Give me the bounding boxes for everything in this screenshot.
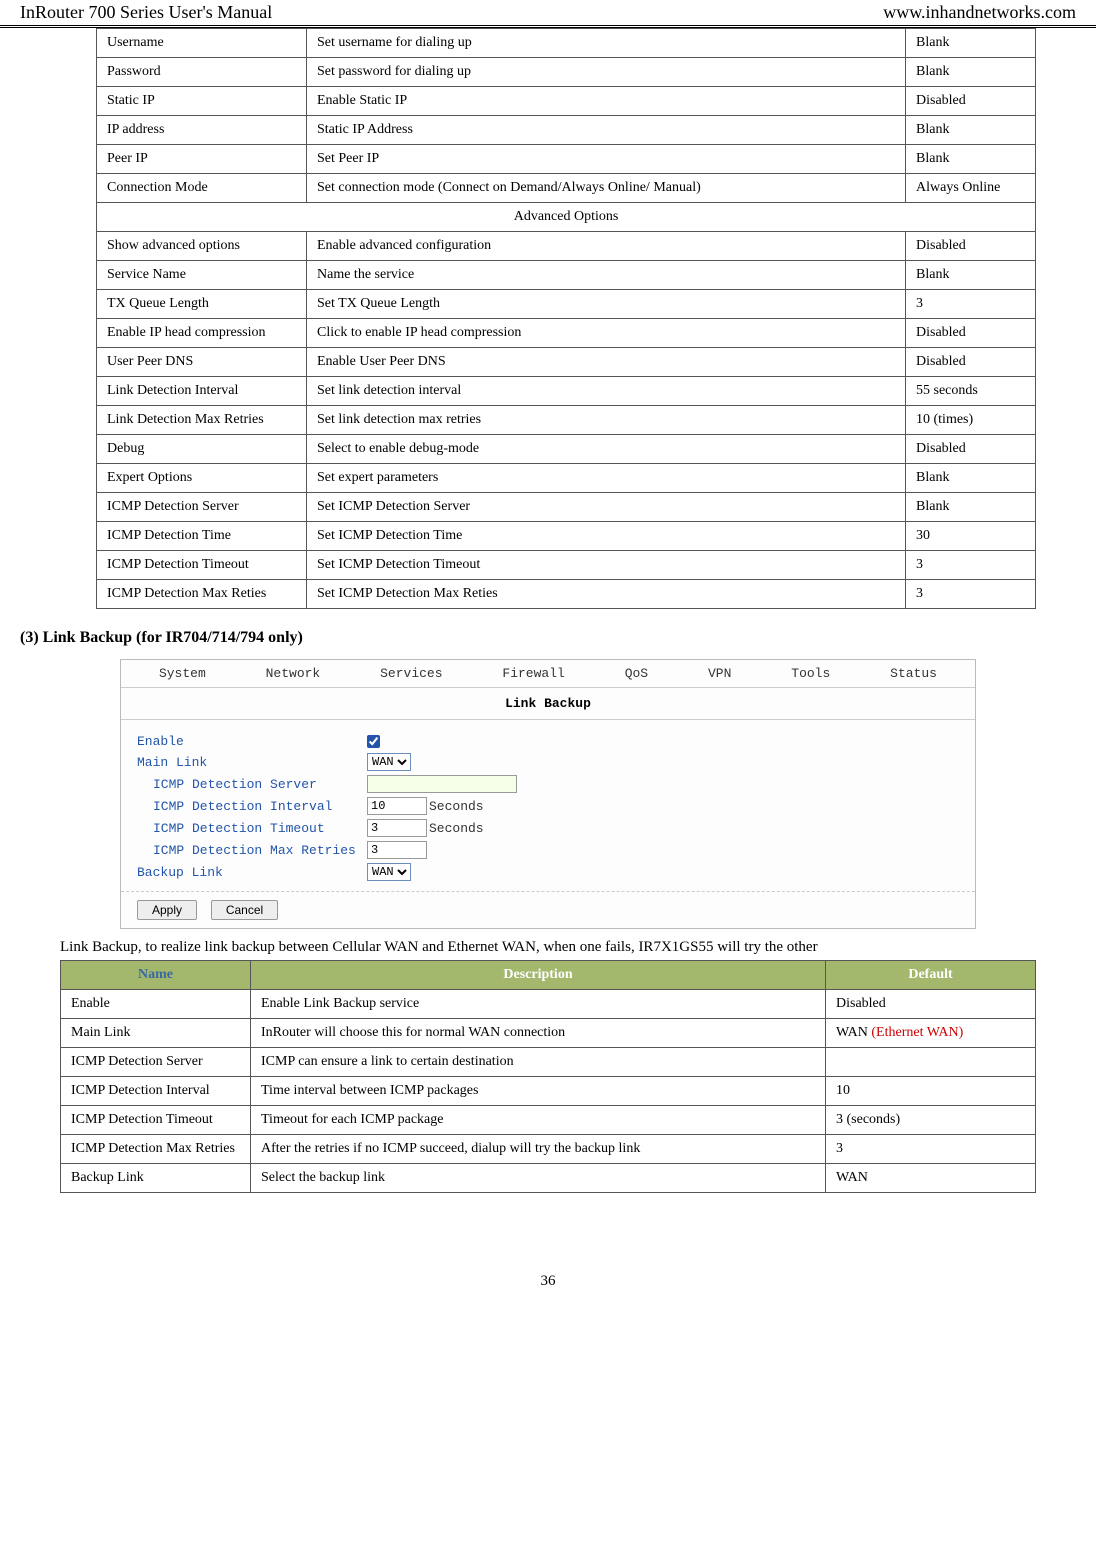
- table-row: Backup LinkSelect the backup linkWAN: [61, 1164, 1036, 1193]
- table-row: Link Detection Max RetriesSet link detec…: [97, 406, 1036, 435]
- table-row: Main LinkInRouter will choose this for n…: [61, 1019, 1036, 1048]
- enable-label: Enable: [137, 734, 367, 749]
- doc-url: www.inhandnetworks.com: [883, 2, 1076, 23]
- cancel-button[interactable]: Cancel: [211, 900, 278, 920]
- table-row: Enable IP head compressionClick to enabl…: [97, 319, 1036, 348]
- table-row: Link Detection IntervalSet link detectio…: [97, 377, 1036, 406]
- table-row: EnableEnable Link Backup serviceDisabled: [61, 990, 1036, 1019]
- table-row: ICMP Detection ServerSet ICMP Detection …: [97, 493, 1036, 522]
- icmp-timeout-label: ICMP Detection Timeout: [137, 821, 367, 836]
- menu-item[interactable]: Firewall: [502, 666, 564, 681]
- menu-item[interactable]: System: [159, 666, 206, 681]
- col-desc: Description: [251, 961, 826, 990]
- col-name: Name: [61, 961, 251, 990]
- backup-select[interactable]: WAN: [367, 863, 411, 881]
- table-row: ICMP Detection Max RetiesSet ICMP Detect…: [97, 580, 1036, 609]
- table-row: Expert OptionsSet expert parametersBlank: [97, 464, 1036, 493]
- backup-label: Backup Link: [137, 865, 367, 880]
- table-row: User Peer DNSEnable User Peer DNSDisable…: [97, 348, 1036, 377]
- table-row: Connection ModeSet connection mode (Conn…: [97, 174, 1036, 203]
- mainlink-select[interactable]: WAN: [367, 753, 411, 771]
- mainlink-label: Main Link: [137, 755, 367, 770]
- page-header: InRouter 700 Series User's Manual www.in…: [0, 0, 1096, 28]
- icmp-maxretries-input[interactable]: [367, 841, 427, 859]
- menu-item[interactable]: Services: [380, 666, 442, 681]
- table-row: TX Queue LengthSet TX Queue Length3: [97, 290, 1036, 319]
- enable-checkbox[interactable]: [367, 735, 380, 748]
- table-row: Service NameName the serviceBlank: [97, 261, 1036, 290]
- menu-item[interactable]: Tools: [791, 666, 830, 681]
- table-row: Peer IPSet Peer IPBlank: [97, 145, 1036, 174]
- icmp-maxretries-label: ICMP Detection Max Retries: [137, 843, 367, 858]
- icmp-server-input[interactable]: [367, 775, 517, 793]
- apply-button[interactable]: Apply: [137, 900, 197, 920]
- menu-item[interactable]: Network: [266, 666, 321, 681]
- link-backup-screenshot: System Network Services Firewall QoS VPN Tools…: [120, 659, 976, 929]
- doc-title: InRouter 700 Series User's Manual: [20, 2, 272, 23]
- table2-caption: Link Backup, to realize link backup betw…: [60, 939, 1036, 956]
- icmp-interval-label: ICMP Detection Interval: [137, 799, 367, 814]
- page-number: 36: [0, 1273, 1096, 1290]
- col-def: Default: [826, 961, 1036, 990]
- icmp-interval-input[interactable]: [367, 797, 427, 815]
- table-row: Static IPEnable Static IPDisabled: [97, 87, 1036, 116]
- menubar: System Network Services Firewall QoS VPN Tools…: [121, 660, 975, 688]
- config-table-2: Name Description Default EnableEnable Li…: [60, 960, 1036, 1193]
- seconds-unit: Seconds: [429, 799, 484, 814]
- icmp-timeout-input[interactable]: [367, 819, 427, 837]
- table-row: PasswordSet password for dialing upBlank: [97, 58, 1036, 87]
- table-row: IP addressStatic IP AddressBlank: [97, 116, 1036, 145]
- table-row: UsernameSet username for dialing upBlank: [97, 29, 1036, 58]
- config-table-1: UsernameSet username for dialing upBlank…: [96, 28, 1036, 609]
- table-row: ICMP Detection ServerICMP can ensure a l…: [61, 1048, 1036, 1077]
- menu-item[interactable]: Status: [890, 666, 937, 681]
- menu-item[interactable]: VPN: [708, 666, 731, 681]
- table-row: DebugSelect to enable debug-modeDisabled: [97, 435, 1036, 464]
- icmp-server-label: ICMP Detection Server: [137, 777, 367, 792]
- advanced-options-row: Advanced Options: [97, 203, 1036, 232]
- section-heading: (3) Link Backup (for IR704/714/794 only): [20, 629, 1036, 647]
- table-row: ICMP Detection TimeSet ICMP Detection Ti…: [97, 522, 1036, 551]
- menu-item[interactable]: QoS: [625, 666, 648, 681]
- seconds-unit: Seconds: [429, 821, 484, 836]
- table-row: Show advanced optionsEnable advanced con…: [97, 232, 1036, 261]
- table-row: ICMP Detection Max RetriesAfter the retr…: [61, 1135, 1036, 1164]
- table-row: ICMP Detection TimeoutSet ICMP Detection…: [97, 551, 1036, 580]
- panel-title: Link Backup: [121, 688, 975, 720]
- table-row: ICMP Detection IntervalTime interval bet…: [61, 1077, 1036, 1106]
- table-row: ICMP Detection TimeoutTimeout for each I…: [61, 1106, 1036, 1135]
